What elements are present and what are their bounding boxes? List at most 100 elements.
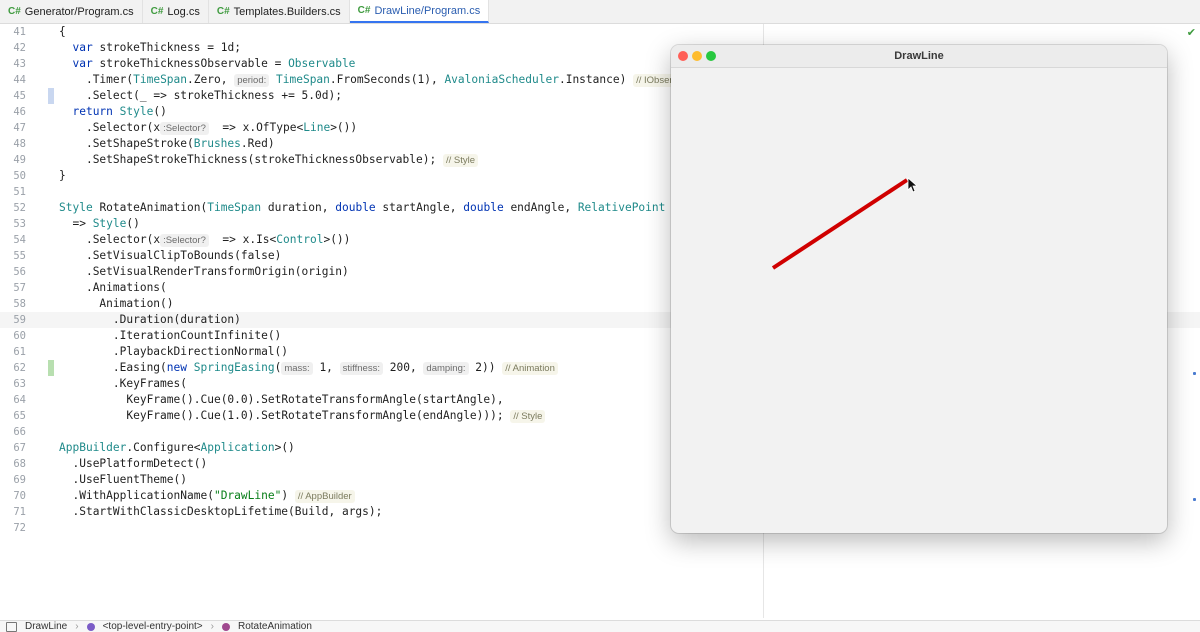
tab-0[interactable]: C# Generator/Program.cs (0, 0, 143, 23)
code-text: .SetShapeStrokeThickness(strokeThickness… (59, 152, 479, 168)
line-number[interactable]: 46 (0, 104, 26, 120)
vcs-change-marker[interactable] (48, 360, 54, 376)
vcs-change-marker[interactable] (48, 88, 54, 104)
code-token: double (463, 201, 504, 214)
line-number[interactable]: 56 (0, 264, 26, 280)
line-number[interactable]: 71 (0, 504, 26, 520)
tab-label: Log.cs (167, 5, 200, 18)
line-number[interactable]: 45 (0, 88, 26, 104)
stripe-mark[interactable] (1193, 498, 1196, 501)
code-token: Style (119, 105, 154, 118)
line-number[interactable]: 43 (0, 56, 26, 72)
window-title: DrawLine (894, 50, 944, 62)
type-hint: // Animation (502, 362, 558, 375)
line-number[interactable]: 48 (0, 136, 26, 152)
line-drawing (771, 177, 919, 270)
code-text: .Select(_ => strokeThickness += 5.0d); (59, 89, 342, 102)
line-number[interactable]: 72 (0, 520, 26, 536)
tab-2[interactable]: C# Templates.Builders.cs (209, 0, 350, 23)
tab-3[interactable]: C# DrawLine/Program.cs (349, 0, 490, 23)
code-text: .IterationCountInfinite() (59, 329, 282, 342)
csharp-file-icon: C# (357, 5, 371, 16)
editor-tab-bar: C# Generator/Program.cs C# Log.cs C# Template… (0, 0, 1200, 24)
code-text: .WithApplicationName("DrawLine") // AppB… (59, 488, 355, 504)
code-token: Observable (288, 57, 356, 70)
line-number[interactable]: 44 (0, 72, 26, 88)
code-text: var strokeThicknessObservable = Observab… (72, 57, 356, 70)
code-token: TimeSpan (276, 73, 330, 86)
code-text: .SetVisualRenderTransformOrigin(origin) (59, 265, 349, 278)
line-number[interactable]: 47 (0, 120, 26, 136)
parameter-hint: :Selector? (160, 122, 209, 135)
line-number[interactable]: 61 (0, 344, 26, 360)
breadcrumb-entry-point[interactable]: <top-level-entry-point> (103, 621, 203, 632)
line-number[interactable]: 58 (0, 296, 26, 312)
type-hint: // AppBuilder (294, 490, 355, 503)
window-titlebar[interactable]: DrawLine (671, 45, 1167, 68)
line-number[interactable]: 42 (0, 40, 26, 56)
parameter-hint: mass: (281, 362, 313, 375)
parameter-hint: :Selector? (160, 234, 209, 247)
code-text: KeyFrame().Cue(0.0).SetRotateTransformAn… (126, 393, 504, 406)
line-number[interactable]: 59 (0, 312, 26, 328)
mouse-cursor-icon (907, 177, 919, 193)
inspection-ok-icon[interactable]: ✔ (1187, 26, 1196, 39)
status-bar: DrawLine › <top-level-entry-point> › Rot… (0, 620, 1200, 632)
code-token: AppBuilder (59, 441, 127, 454)
code-text: .Timer(TimeSpan.Zero, period: TimeSpan.F… (59, 72, 728, 88)
line-number[interactable]: 57 (0, 280, 26, 296)
code-text: var strokeThickness = 1d; (72, 41, 241, 54)
tab-label: Templates.Builders.cs (233, 5, 341, 18)
code-token: AvaloniaScheduler (444, 73, 559, 86)
tab-label: Generator/Program.cs (24, 5, 134, 18)
code-token: Style (92, 217, 127, 230)
rotating-red-line (771, 178, 909, 270)
line-number[interactable]: 68 (0, 456, 26, 472)
project-name[interactable]: DrawLine (25, 621, 67, 632)
code-token: Line (303, 121, 331, 134)
stripe-mark[interactable] (1193, 372, 1196, 375)
code-text: Style RotateAnimation(TimeSpan duration,… (59, 201, 719, 214)
line-number[interactable]: 66 (0, 424, 26, 440)
line-number[interactable]: 53 (0, 216, 26, 232)
line-number[interactable]: 52 (0, 200, 26, 216)
code-text: .StartWithClassicDesktopLifetime(Build, … (59, 505, 383, 518)
code-token: return (72, 105, 113, 118)
breadcrumb-separator-icon: › (75, 621, 79, 632)
namespace-icon (86, 622, 95, 631)
line-number[interactable]: 60 (0, 328, 26, 344)
line-number[interactable]: 49 (0, 152, 26, 168)
line-number[interactable]: 64 (0, 392, 26, 408)
csharp-file-icon: C# (150, 6, 164, 17)
line-number[interactable]: 67 (0, 440, 26, 456)
line-number[interactable]: 62 (0, 360, 26, 376)
breadcrumb-method[interactable]: RotateAnimation (238, 621, 312, 632)
tab-label: DrawLine/Program.cs (374, 4, 481, 17)
code-text: return Style() (72, 105, 167, 118)
line-number[interactable]: 50 (0, 168, 26, 184)
code-token: RelativePoint (577, 201, 666, 214)
line-number[interactable]: 69 (0, 472, 26, 488)
code-token: Style (59, 201, 93, 214)
code-text: .SetShapeStroke(Brushes.Red) (59, 137, 275, 150)
line-number[interactable]: 51 (0, 184, 26, 200)
line-number[interactable]: 55 (0, 248, 26, 264)
code-text: .UsePlatformDetect() (59, 457, 208, 470)
code-line[interactable]: 41 { (0, 24, 1200, 40)
line-number[interactable]: 54 (0, 232, 26, 248)
method-icon (222, 622, 230, 631)
tab-1[interactable]: C# Log.cs (143, 0, 209, 23)
code-text: { (59, 25, 66, 38)
editor-error-stripe[interactable]: ✔ (1186, 24, 1200, 618)
project-icon (6, 621, 17, 632)
code-token: Application (200, 441, 275, 454)
line-number[interactable]: 65 (0, 408, 26, 424)
line-number[interactable]: 70 (0, 488, 26, 504)
code-text: .Animations( (59, 281, 167, 294)
line-number[interactable]: 41 (0, 24, 26, 40)
code-text: .Easing(new SpringEasing(mass: 1, stiffn… (59, 360, 558, 376)
app-canvas (671, 68, 1167, 533)
code-token: "DrawLine" (213, 489, 282, 502)
code-text: .Selector(x:Selector? => x.Is<Control>()… (59, 233, 351, 247)
line-number[interactable]: 63 (0, 376, 26, 392)
